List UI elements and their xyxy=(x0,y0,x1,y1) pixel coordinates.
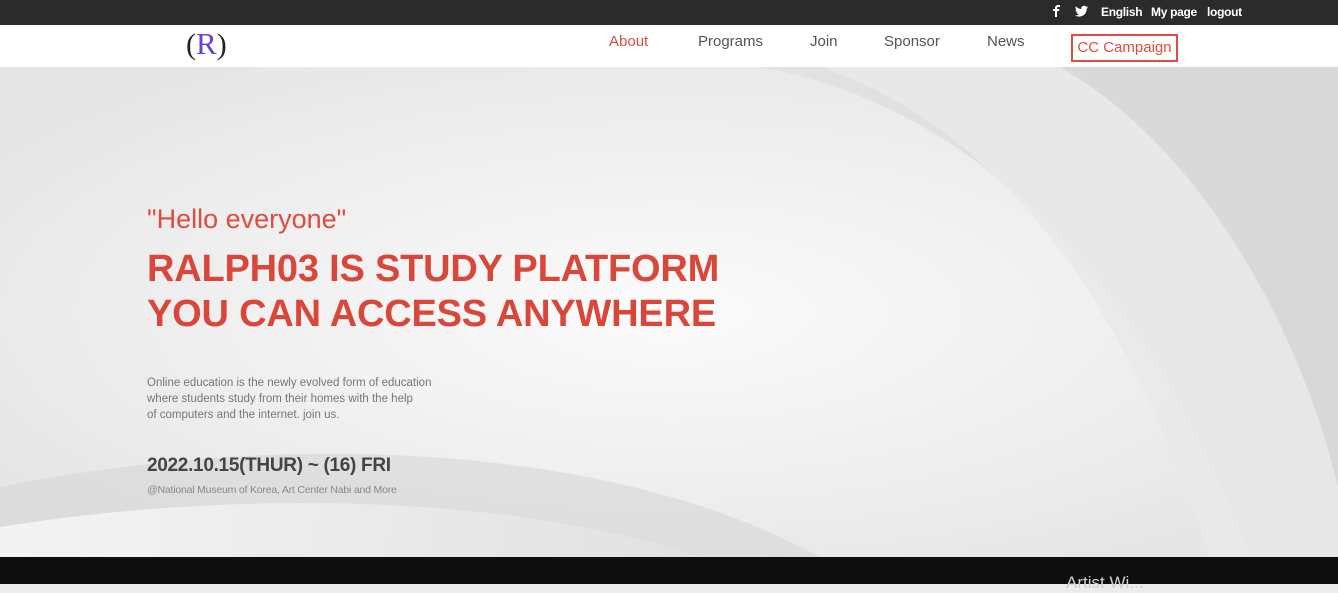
next-section-heading: Artist Wi... xyxy=(1066,573,1144,592)
nav-item-programs[interactable]: Programs xyxy=(698,33,763,50)
mypage-link[interactable]: My page xyxy=(1151,5,1197,19)
hero-greeting: "Hello everyone" xyxy=(147,204,347,234)
nav-item-join[interactable]: Join xyxy=(810,33,838,50)
hero-description-line3: of computers and the internet. join us. xyxy=(147,409,340,421)
nav-item-news[interactable]: News xyxy=(987,33,1025,50)
facebook-icon[interactable] xyxy=(1051,5,1063,20)
event-date: 2022.10.15(THUR) ~ (16) FRI xyxy=(147,455,391,476)
twitter-icon[interactable] xyxy=(1075,5,1088,20)
nav-item-sponsor[interactable]: Sponsor xyxy=(884,33,940,50)
site-logo[interactable]: (R) xyxy=(186,28,236,64)
next-section-dark: Artist Wi... xyxy=(0,557,1338,592)
nav-item-about[interactable]: About xyxy=(609,33,648,50)
top-utility-bar: English My page logout xyxy=(0,0,1338,25)
hero-headline-line1: RALPH03 IS STUDY PLATFORM xyxy=(147,248,720,290)
logo-paren-right: ) xyxy=(216,28,227,61)
cc-campaign-button[interactable]: CC Campaign xyxy=(1071,34,1178,62)
logo-letter: R xyxy=(196,26,217,61)
logo-paren-left: ( xyxy=(186,28,196,61)
hero-description-line2: where students study from their homes wi… xyxy=(147,393,413,405)
logout-link[interactable]: logout xyxy=(1207,5,1242,19)
hero-description-line1: Online education is the newly evolved fo… xyxy=(147,377,432,389)
event-venue: @National Museum of Korea, Art Center Na… xyxy=(147,484,397,496)
hero-headline-line2: YOU CAN ACCESS ANYWHERE xyxy=(147,293,716,335)
language-link[interactable]: English xyxy=(1101,5,1143,19)
